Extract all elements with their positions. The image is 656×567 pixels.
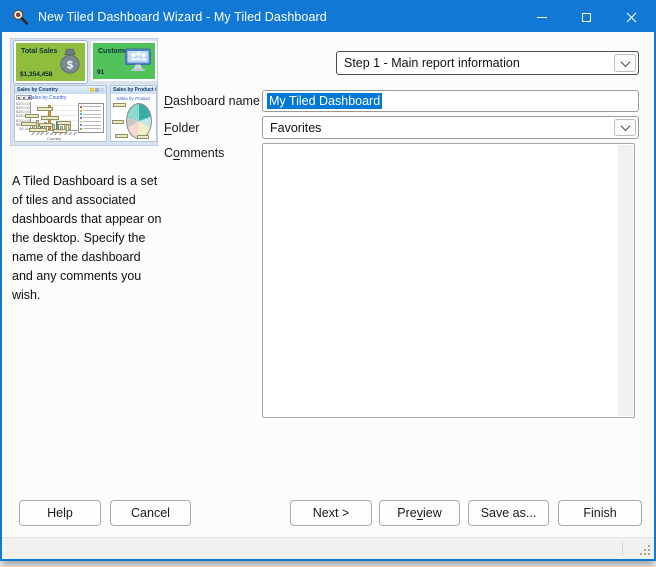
save-as-button[interactable]: Save as... <box>468 500 549 526</box>
data-label-chip <box>137 135 149 139</box>
close-button[interactable] <box>609 2 654 32</box>
wizard-description: A Tiled Dashboard is a set of tiles and … <box>12 172 164 305</box>
preview-tile-customers: Customers 91 <box>91 41 157 81</box>
mini-bar-chart-legend <box>78 103 104 133</box>
close-icon <box>626 12 637 23</box>
data-label-chip <box>37 107 53 111</box>
customers-monitor-icon <box>124 48 152 73</box>
next-button[interactable]: Next > <box>290 500 372 526</box>
folder-select-value: Favorites <box>270 121 321 135</box>
mini-pie-title: Sales by Product <box>111 96 156 101</box>
dashboard-name-selected-text: My Tiled Dashboard <box>267 93 382 109</box>
maximize-icon <box>582 13 591 22</box>
window-title: New Tiled Dashboard Wizard - My Tiled Da… <box>38 10 327 24</box>
dashboard-name-label: Dashboard name <box>164 94 260 108</box>
panel-header: Sales by Product Category <box>111 86 156 94</box>
preview-panel-sales-by-country: Sales by Country Sales by Country $300,0… <box>14 85 107 142</box>
tile-title: Total Sales <box>21 48 57 55</box>
folder-select[interactable]: Favorites <box>262 116 639 139</box>
tile-value: $1,354,458 <box>20 71 53 78</box>
statusbar <box>2 537 654 559</box>
titlebar[interactable]: New Tiled Dashboard Wizard - My Tiled Da… <box>2 2 654 32</box>
tool-icon <box>100 88 104 92</box>
preview-panel-sales-by-product: Sales by Product Category Sales by Produ… <box>110 85 157 142</box>
resize-grip[interactable] <box>648 553 650 555</box>
mini-pie <box>126 103 152 139</box>
preview-button[interactable]: Preview <box>379 500 460 526</box>
tile-value: 91 <box>97 69 104 76</box>
data-label-chip <box>115 134 128 138</box>
mini-x-axis-label: Country <box>30 136 78 141</box>
app-magnifier-icon <box>12 9 29 26</box>
step-selector[interactable]: Step 1 - Main report information <box>336 51 639 75</box>
data-label-chip <box>29 128 47 132</box>
wizard-dialog: New Tiled Dashboard Wizard - My Tiled Da… <box>0 0 656 561</box>
mini-bar <box>68 124 71 130</box>
minimize-icon <box>537 17 547 18</box>
panel-header-text: Sales by Country <box>17 87 58 93</box>
chevron-down-icon <box>620 57 630 67</box>
panel-header-text: Sales by Product Category <box>113 87 156 93</box>
data-label-chip <box>113 103 126 107</box>
comments-textarea[interactable] <box>262 143 635 418</box>
step-selector-dropdown-button[interactable] <box>614 54 636 72</box>
data-label-chip <box>41 116 59 120</box>
folder-dropdown-button[interactable] <box>614 119 636 136</box>
data-label-chip <box>53 129 67 133</box>
step-selector-value: Step 1 - Main report information <box>344 56 520 70</box>
mini-chart-title: Sales by Country <box>15 95 80 101</box>
tool-icon <box>95 88 99 92</box>
statusbar-separator <box>622 541 623 556</box>
dashboard-preview-thumbnail: Total Sales $1,354,458 $ Customers 91 <box>10 38 158 146</box>
data-label-chip <box>112 120 124 124</box>
data-label-chip <box>39 123 53 127</box>
panel-header: Sales by Country <box>15 86 106 94</box>
mini-pie-chart: Sales by Product <box>111 94 156 141</box>
folder-label: Folder <box>164 121 199 135</box>
chevron-down-icon <box>620 121 630 131</box>
minimize-button[interactable] <box>519 2 564 32</box>
data-label-chip <box>25 114 39 118</box>
svg-text:$: $ <box>67 60 73 72</box>
data-label-chip <box>57 121 71 125</box>
panel-toolbar-icons <box>90 88 104 92</box>
dialog-content: Total Sales $1,354,458 $ Customers 91 <box>2 32 654 537</box>
finish-button[interactable]: Finish <box>558 500 642 526</box>
comments-scrollbar[interactable] <box>618 145 633 416</box>
dashboard-name-input[interactable]: My Tiled Dashboard <box>262 90 639 112</box>
maximize-button[interactable] <box>564 2 609 32</box>
mini-bar-chart: Sales by Country $300,000.00$250,000.00$… <box>15 94 106 141</box>
mini-y-tick: $0.00 <box>16 127 29 131</box>
money-bag-icon: $ <box>58 48 82 74</box>
cancel-button[interactable]: Cancel <box>110 500 191 526</box>
data-label-chip <box>21 122 37 126</box>
tool-icon <box>90 88 94 92</box>
help-button[interactable]: Help <box>19 500 101 526</box>
legend-row <box>80 131 102 133</box>
comments-label: Comments <box>164 146 224 160</box>
preview-tile-total-sales: Total Sales $1,354,458 $ <box>14 41 87 83</box>
